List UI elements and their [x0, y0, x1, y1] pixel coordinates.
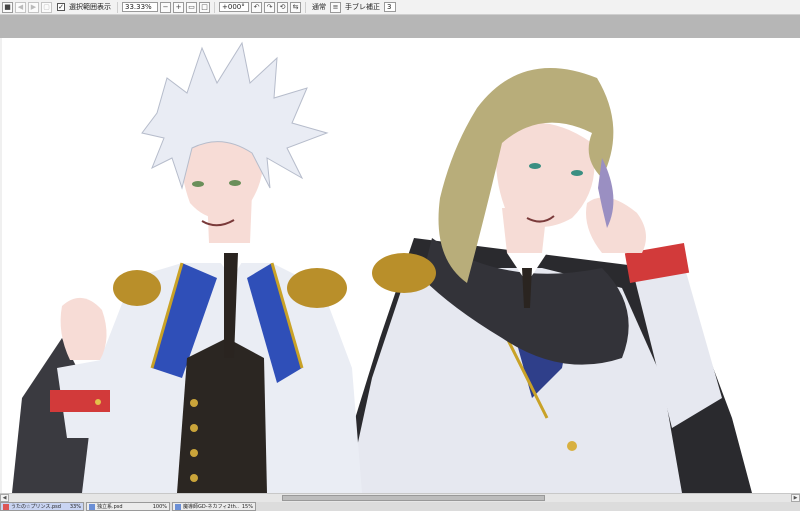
tab-document-3-zoom: 15%: [241, 503, 253, 510]
toolbar: ■ ◀ ▶ ▢ ✓ 選択範囲表示 33.33% − + ▭ □ +000° ↶ …: [0, 0, 800, 15]
scroll-right-icon[interactable]: ▶: [791, 494, 800, 502]
drawing-canvas[interactable]: [2, 38, 800, 493]
zoom-actual-icon[interactable]: □: [199, 1, 210, 13]
rotate-left-icon[interactable]: ↶: [251, 1, 262, 13]
tab-document-2-zoom: 100%: [152, 503, 167, 510]
scroll-left-icon[interactable]: ◀: [0, 494, 9, 502]
stabilizer-select[interactable]: 3: [384, 2, 396, 12]
zoom-in-icon[interactable]: +: [173, 1, 184, 13]
toolbar-divider: [117, 1, 118, 13]
tab-document-2[interactable]: 独立系.psd 100%: [86, 502, 170, 511]
flip-horizontal-icon[interactable]: ⇆: [290, 1, 301, 13]
tab-document-3[interactable]: 魔導師GD-ネカフィ2th... 15%: [172, 502, 256, 511]
selection-display-label: 選択範囲表示: [69, 3, 111, 11]
toolbar-divider: [305, 1, 306, 13]
redo-icon[interactable]: ▶: [28, 1, 39, 13]
zoom-out-icon[interactable]: −: [160, 1, 171, 13]
zoom-fit-icon[interactable]: ▭: [186, 1, 197, 13]
workspace-background: [0, 15, 800, 38]
document-tabs: うたの☆プリンス.psd 33% 独立系.psd 100% 魔導師GD-ネカフィ…: [0, 502, 800, 511]
undo-icon[interactable]: ◀: [15, 1, 26, 13]
scrollbar-thumb[interactable]: [282, 495, 545, 501]
left-character: [12, 41, 362, 493]
toolbar-divider: [214, 1, 215, 13]
selection-display-checkbox[interactable]: ✓: [57, 3, 65, 11]
psd-file-icon: [175, 503, 181, 510]
horizontal-scrollbar[interactable]: ◀ ▶: [0, 493, 800, 502]
tab-document-1-zoom: 33%: [69, 503, 81, 510]
rotate-right-icon[interactable]: ↷: [264, 1, 275, 13]
psd-file-icon: [89, 503, 95, 510]
stabilizer-label: 手ブレ補正: [345, 3, 380, 11]
tab-document-1[interactable]: うたの☆プリンス.psd 33%: [0, 502, 84, 511]
rotate-reset-icon[interactable]: ⟲: [277, 1, 288, 13]
new-layer-icon[interactable]: ■: [2, 1, 13, 13]
rotation-field[interactable]: +000°: [219, 2, 249, 12]
tab-document-2-name: 独立系.psd: [97, 504, 123, 510]
tab-document-1-name: うたの☆プリンス.psd: [11, 504, 61, 510]
deselect-icon[interactable]: ▢: [41, 1, 52, 13]
blend-mode-label[interactable]: 通常: [312, 2, 326, 12]
artwork: [12, 41, 752, 493]
tab-document-3-name: 魔導師GD-ネカフィ2th...: [183, 504, 239, 510]
zoom-field[interactable]: 33.33%: [122, 2, 158, 12]
psd-file-icon: [3, 503, 9, 510]
stabilizer-icon[interactable]: ≡: [330, 1, 341, 13]
right-character: [332, 68, 752, 493]
